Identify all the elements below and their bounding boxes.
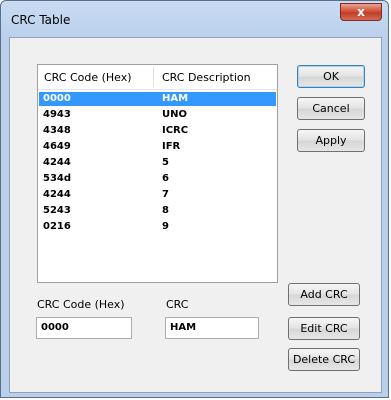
list-row[interactable]: 534d 6 (39, 172, 276, 186)
crc-description-input[interactable]: HAM (165, 317, 259, 339)
close-icon: x (357, 5, 365, 19)
row-description: ICRC (162, 125, 189, 136)
apply-button[interactable]: Apply (297, 129, 365, 152)
row-code: 4244 (43, 189, 71, 200)
close-button[interactable]: x (340, 3, 382, 21)
edit-crc-button[interactable]: Edit CRC (288, 317, 360, 340)
row-code: 0000 (43, 93, 71, 104)
row-code: 4348 (43, 125, 71, 136)
list-header: CRC Code (Hex) CRC Description (38, 65, 277, 90)
row-description: IFR (162, 141, 181, 152)
row-code: 534d (43, 173, 72, 184)
list-row[interactable]: 4649 IFR (39, 140, 276, 154)
list-row[interactable]: 0000 HAM (39, 92, 276, 106)
list-row[interactable]: 4244 7 (39, 188, 276, 202)
dialog-client-area: CRC Code (Hex) CRC Description 0000 HAM … (9, 37, 382, 393)
list-row[interactable]: 0216 9 (39, 220, 276, 234)
crc-list[interactable]: CRC Code (Hex) CRC Description 0000 HAM … (37, 64, 278, 283)
ok-button[interactable]: OK (297, 65, 365, 88)
column-separator[interactable] (153, 67, 154, 87)
title-bar[interactable]: CRC Table x (1, 1, 388, 37)
crc-label: CRC (166, 298, 189, 311)
list-row[interactable]: 4943 UNO (39, 108, 276, 122)
crc-table-dialog: CRC Table x CRC Code (Hex) CRC Descripti… (0, 0, 389, 398)
row-description: 5 (162, 157, 169, 168)
cancel-button[interactable]: Cancel (297, 97, 365, 120)
column-header-description[interactable]: CRC Description (162, 71, 251, 84)
row-description: 8 (162, 205, 169, 216)
list-row[interactable]: 5243 8 (39, 204, 276, 218)
delete-crc-button[interactable]: Delete CRC (288, 348, 360, 371)
row-code: 4244 (43, 157, 71, 168)
row-description: HAM (162, 93, 189, 104)
row-description: UNO (162, 109, 187, 120)
crc-code-label: CRC Code (Hex) (37, 298, 125, 311)
crc-code-input[interactable]: 0000 (36, 317, 132, 339)
window-title: CRC Table (11, 13, 71, 27)
add-crc-button[interactable]: Add CRC (288, 283, 360, 306)
row-description: 9 (162, 221, 169, 232)
row-code: 4943 (43, 109, 71, 120)
row-description: 6 (162, 173, 169, 184)
row-description: 7 (162, 189, 169, 200)
list-row[interactable]: 4244 5 (39, 156, 276, 170)
row-code: 4649 (43, 141, 71, 152)
column-header-code[interactable]: CRC Code (Hex) (44, 71, 132, 84)
row-code: 0216 (43, 221, 71, 232)
row-code: 5243 (43, 205, 71, 216)
list-row[interactable]: 4348 ICRC (39, 124, 276, 138)
